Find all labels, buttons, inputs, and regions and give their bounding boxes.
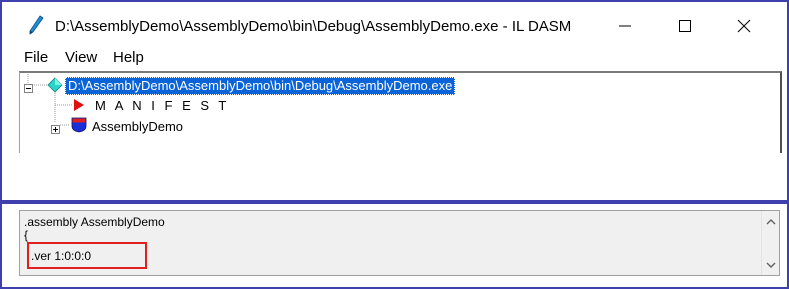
menu-help[interactable]: Help [113,49,144,66]
chevron-up-icon [766,218,775,224]
vertical-scrollbar[interactable] [761,211,779,275]
minimize-button[interactable] [613,14,637,38]
pane-divider[interactable] [2,200,787,204]
expand-toggle-icon[interactable] [51,121,60,139]
code-line: .assembly AssemblyDemo [24,215,165,229]
minimize-icon [619,25,631,27]
collapse-toggle-icon[interactable] [24,80,33,98]
tree-root-label[interactable]: D:\AssemblyDemo\AssemblyDemo\bin\Debug\A… [65,77,456,95]
tree-row-root[interactable]: D:\AssemblyDemo\AssemblyDemo\bin\Debug\A… [20,77,480,95]
tree-row-manifest[interactable]: M A N I F E S T [20,97,226,117]
triangle-right-icon [73,98,85,117]
chevron-down-icon [766,262,775,268]
detail-pane[interactable]: .assembly AssemblyDemo { .ver 1:0:0:0 [19,210,780,276]
scroll-down-button[interactable] [762,256,779,273]
menu-bar: File View Help [2,45,787,69]
window-title: D:\AssemblyDemo\AssemblyDemo\bin\Debug\A… [55,18,572,35]
pen-icon [28,15,44,35]
scroll-up-button[interactable] [762,213,779,230]
menu-file[interactable]: File [24,49,48,66]
menu-view[interactable]: View [65,49,97,66]
tree-assemblydemo-label[interactable]: AssemblyDemo [92,119,183,134]
title-bar[interactable]: D:\AssemblyDemo\AssemblyDemo\bin\Debug\A… [2,2,787,42]
tree-view[interactable]: D:\AssemblyDemo\AssemblyDemo\bin\Debug\A… [19,71,782,153]
code-line: { [24,228,29,242]
maximize-button[interactable] [673,14,697,38]
close-icon [737,19,751,33]
tree-row-assemblydemo[interactable]: AssemblyDemo [20,117,220,135]
highlight-box [27,242,147,269]
diamond-icon [47,77,63,98]
il-dasm-window: D:\AssemblyDemo\AssemblyDemo\bin\Debug\A… [0,0,789,289]
close-button[interactable] [732,14,756,38]
tree-manifest-label[interactable]: M A N I F E S T [95,98,229,113]
shield-icon [71,117,87,138]
maximize-icon [679,20,691,32]
